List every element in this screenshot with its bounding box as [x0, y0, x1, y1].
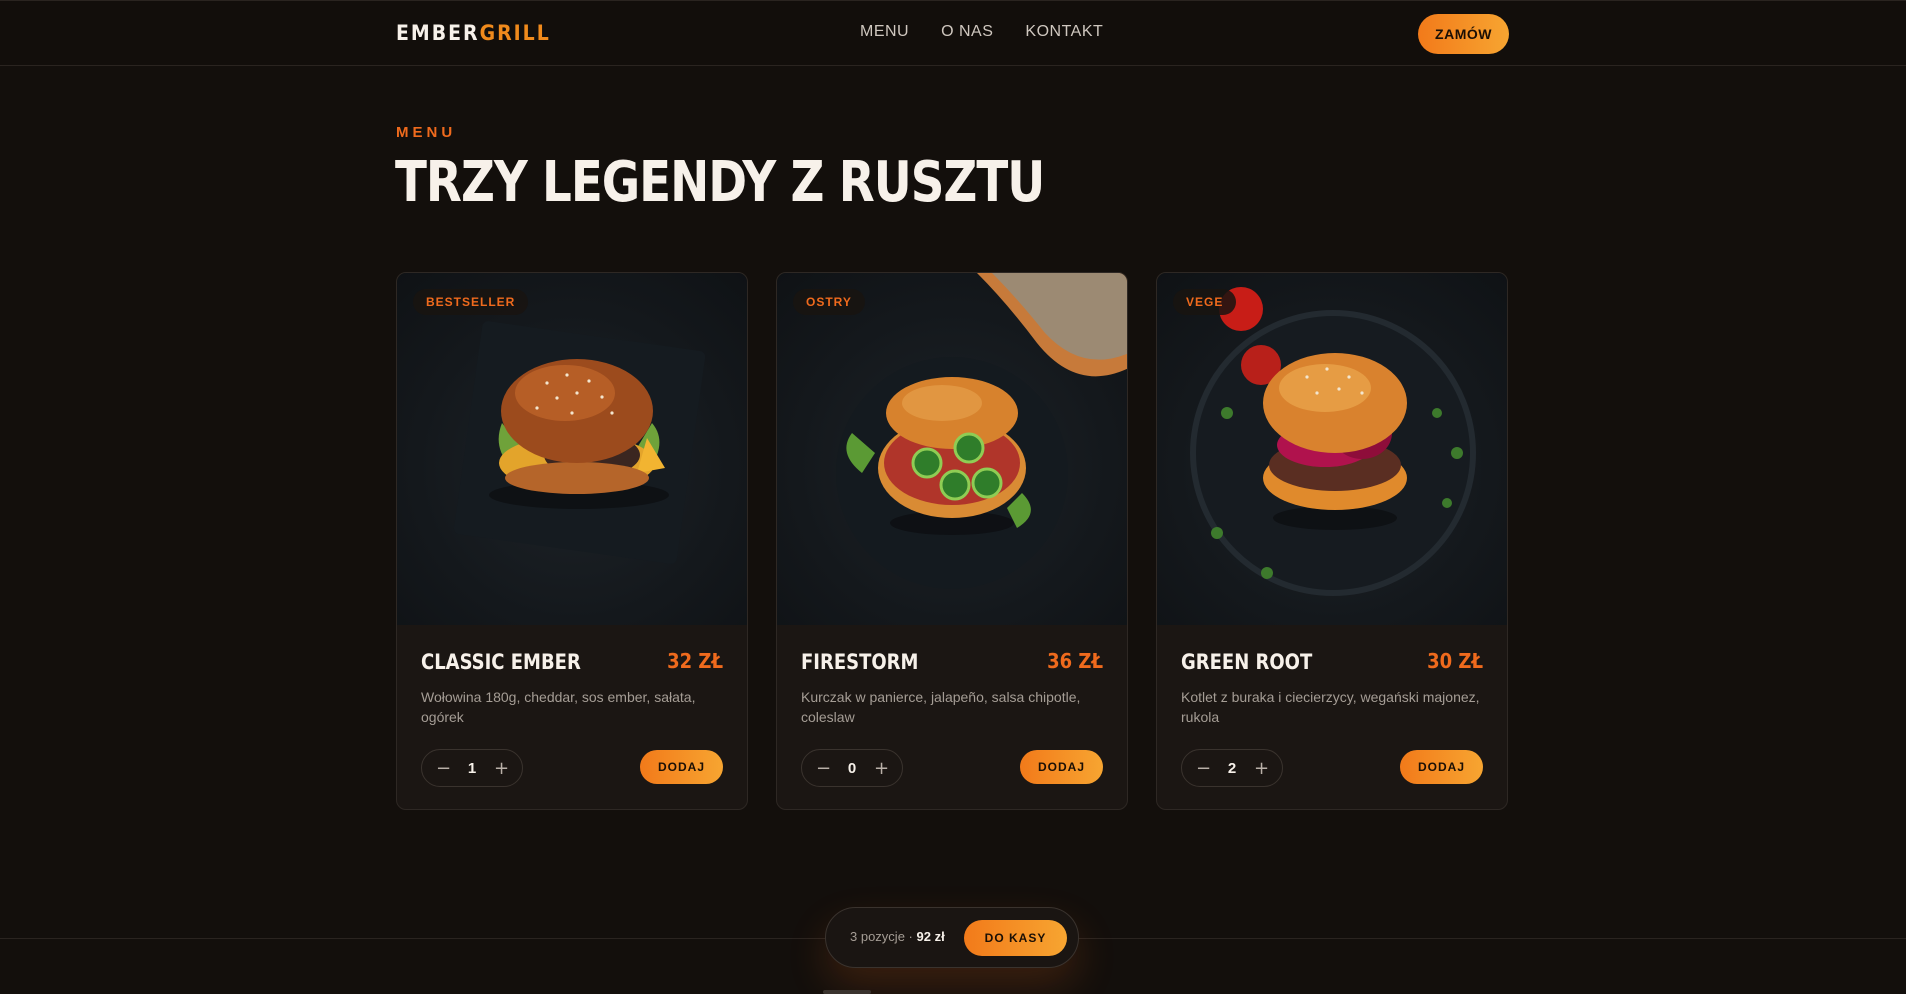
cart-total: 92 zł [916, 929, 945, 944]
product-card-green-root: VEGE GREEN ROOT 30 ZŁ Kotlet z buraka i … [1156, 272, 1508, 810]
product-description: Kotlet z buraka i ciecierzycy, wegański … [1181, 689, 1480, 725]
quantity-stepper: − 0 + [801, 749, 903, 787]
main-nav: MENU O NAS KONTAKT [860, 23, 1103, 41]
plus-icon[interactable]: + [1254, 758, 1269, 779]
page-title: TRZY LEGENDY Z RUSZTU [395, 150, 1045, 215]
product-image-firestorm: OSTRY [777, 273, 1127, 625]
product-description: Kurczak w panierce, jalapeño, salsa chip… [801, 689, 1081, 725]
product-card-firestorm: OSTRY FIRESTORM 36 ZŁ Kurczak w panierce… [776, 272, 1128, 810]
add-to-cart-button[interactable]: DODAJ [1400, 750, 1483, 784]
minus-icon[interactable]: − [816, 758, 831, 779]
quantity-value: 0 [847, 759, 857, 777]
nav-link-menu[interactable]: MENU [860, 23, 909, 41]
quantity-value: 2 [1227, 759, 1237, 777]
logo-text-grill: GRILL [479, 21, 551, 45]
add-to-cart-button[interactable]: DODAJ [1020, 750, 1103, 784]
product-price: 30 ZŁ [1427, 649, 1483, 673]
minus-icon[interactable]: − [436, 758, 451, 779]
product-image-green-root: VEGE [1157, 273, 1507, 625]
checkout-button[interactable]: DO KASY [964, 920, 1067, 956]
logo-text-ember: EMBER [396, 21, 480, 45]
product-description: Wołowina 180g, cheddar, sos ember, sałat… [421, 689, 696, 725]
burger-photo [836, 273, 1127, 589]
cart-count: 3 pozycje · [850, 929, 913, 944]
nav-link-kontakt[interactable]: KONTAKT [1025, 23, 1103, 41]
scroll-indicator [823, 990, 871, 994]
add-to-cart-button[interactable]: DODAJ [640, 750, 723, 784]
product-badge: BESTSELLER [413, 289, 529, 315]
quantity-stepper: − 1 + [421, 749, 523, 787]
product-price: 32 ZŁ [667, 649, 723, 673]
quantity-value: 1 [467, 759, 477, 777]
nav-link-o-nas[interactable]: O NAS [941, 23, 993, 41]
burger-photo [1190, 287, 1476, 596]
product-card-classic-ember: BESTSELLER CLASSIC EMBER 32 ZŁ Wołowina … [396, 272, 748, 810]
minus-icon[interactable]: − [1196, 758, 1211, 779]
product-name: GREEN ROOT [1181, 649, 1313, 675]
product-image-classic-ember: BESTSELLER [397, 273, 747, 625]
plus-icon[interactable]: + [874, 758, 889, 779]
plus-icon[interactable]: + [494, 758, 509, 779]
logo[interactable]: EMBERGRILL [396, 21, 551, 45]
burger-photo [453, 321, 706, 564]
product-price: 36 ZŁ [1047, 649, 1103, 673]
product-name: CLASSIC EMBER [421, 649, 581, 675]
cart-summary-bar: 3 pozycje · 92 zł DO KASY [825, 907, 1079, 968]
cart-summary: 3 pozycje · 92 zł [850, 929, 945, 944]
product-badge: OSTRY [793, 289, 865, 315]
product-name: FIRESTORM [801, 649, 919, 675]
top-navigation-bar: EMBERGRILL MENU O NAS KONTAKT ZAMÓW [0, 0, 1906, 66]
product-badge: VEGE [1173, 289, 1237, 315]
section-eyebrow: MENU [396, 124, 457, 141]
order-button[interactable]: ZAMÓW [1418, 14, 1509, 54]
quantity-stepper: − 2 + [1181, 749, 1283, 787]
